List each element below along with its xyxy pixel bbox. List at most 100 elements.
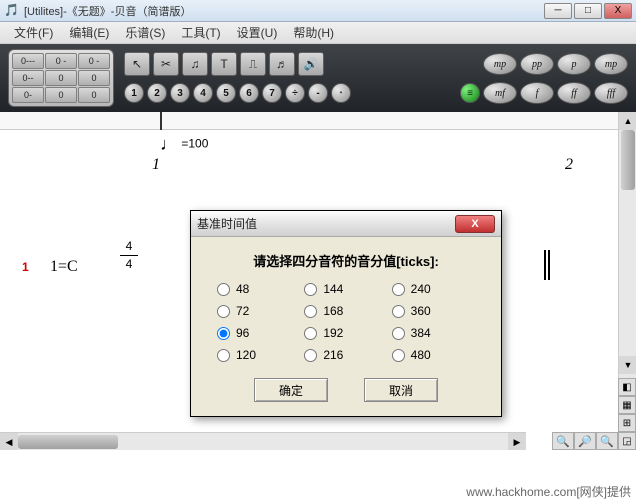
ticks-radio-120[interactable] [217, 349, 230, 362]
ticks-radio-48[interactable] [217, 283, 230, 296]
ticks-option-384[interactable]: 384 [392, 326, 475, 340]
scroll-left-arrow-icon[interactable]: ◀ [0, 433, 18, 450]
ticks-radio-192[interactable] [304, 327, 317, 340]
menu-file[interactable]: 文件(F) [6, 22, 61, 43]
scroll-right-arrow-icon[interactable]: ▶ [508, 433, 526, 450]
ticks-radio-grid: 48 144 240 72 168 360 96 192 384 120 216 480 [209, 282, 483, 362]
dialog-titlebar[interactable]: 基准时间值 X [191, 211, 501, 237]
scroll-h-thumb[interactable] [18, 435, 118, 449]
scroll-down-arrow-icon[interactable]: ▼ [619, 356, 636, 374]
ticks-option-192[interactable]: 192 [304, 326, 387, 340]
scroll-up-arrow-icon[interactable]: ▲ [619, 112, 636, 130]
scroll-v-thumb[interactable] [621, 130, 635, 190]
cancel-button[interactable]: 取消 [364, 378, 438, 402]
ok-button[interactable]: 确定 [254, 378, 328, 402]
ticks-radio-360[interactable] [392, 305, 405, 318]
ticks-radio-240[interactable] [392, 283, 405, 296]
titlebar: 🎵 [Utilites]-《无题》-贝音（简谱版） ─ □ X [0, 0, 636, 22]
dynamic-button[interactable]: p [557, 53, 591, 75]
note-cell[interactable]: 0 [45, 87, 77, 103]
ticks-radio-168[interactable] [304, 305, 317, 318]
note-button-1[interactable]: 1 [124, 83, 144, 103]
ticks-label: 96 [236, 326, 249, 340]
ticks-label: 144 [323, 282, 343, 296]
ticks-radio-216[interactable] [304, 349, 317, 362]
dialog-title-text: 基准时间值 [197, 215, 455, 232]
note-button-div[interactable]: ÷ [285, 83, 305, 103]
scrollbar-horizontal: ◀ ▶ [0, 432, 526, 450]
dynamic-button[interactable]: pp [520, 53, 554, 75]
note-button-4[interactable]: 4 [193, 83, 213, 103]
ticks-option-48[interactable]: 48 [217, 282, 300, 296]
note-button-5[interactable]: 5 [216, 83, 236, 103]
note-cell[interactable]: 0 [45, 70, 77, 86]
ticks-option-360[interactable]: 360 [392, 304, 475, 318]
ticks-option-96[interactable]: 96 [217, 326, 300, 340]
ticks-label: 72 [236, 304, 249, 318]
note-cell[interactable]: 0 - [45, 53, 77, 69]
note-cell[interactable]: 0 - [78, 53, 110, 69]
dynamic-button[interactable]: mp [483, 53, 517, 75]
menu-edit[interactable]: 编辑(E) [61, 22, 117, 43]
accent-button[interactable]: ≡ [460, 83, 480, 103]
close-button[interactable]: X [604, 3, 632, 19]
maximize-button[interactable]: □ [574, 3, 602, 19]
text-tool-icon[interactable]: T [211, 52, 237, 76]
ticks-label: 120 [236, 348, 256, 362]
note-cell[interactable]: 0--- [12, 53, 44, 69]
note-cell[interactable]: 0 [78, 70, 110, 86]
note-button-dash[interactable]: - [308, 83, 328, 103]
note-cell[interactable]: 0 [78, 87, 110, 103]
zoom-controls: 🔍 🔎 🔍 [552, 432, 618, 450]
ticks-option-72[interactable]: 72 [217, 304, 300, 318]
ticks-radio-384[interactable] [392, 327, 405, 340]
zoom-out-icon[interactable]: 🔎 [574, 432, 596, 450]
dynamic-button[interactable]: f [520, 82, 554, 104]
zoom-fit-icon[interactable]: 🔍 [596, 432, 618, 450]
ticks-option-216[interactable]: 216 [304, 348, 387, 362]
ticks-radio-72[interactable] [217, 305, 230, 318]
note-button-2[interactable]: 2 [147, 83, 167, 103]
pointer-tool-icon[interactable]: ↖ [124, 52, 150, 76]
note-cell[interactable]: 0- [12, 87, 44, 103]
note-button-dot[interactable]: ‧ [331, 83, 351, 103]
ticks-radio-480[interactable] [392, 349, 405, 362]
dialog-close-button[interactable]: X [455, 215, 495, 233]
cut-tool-icon[interactable]: ✂ [153, 52, 179, 76]
view-zoom-icon[interactable]: ◲ [618, 432, 636, 450]
menu-settings[interactable]: 设置(U) [229, 22, 286, 43]
watermark: www.hackhome.com[网侠]提供 [465, 482, 632, 501]
note-duration-grid: 0--- 0 - 0 - 0-- 0 0 0- 0 0 [8, 49, 114, 107]
ticks-option-240[interactable]: 240 [392, 282, 475, 296]
zoom-in-icon[interactable]: 🔍 [552, 432, 574, 450]
beam-tool-icon[interactable]: ♬ [269, 52, 295, 76]
ticks-option-168[interactable]: 168 [304, 304, 387, 318]
view-normal-icon[interactable]: ◧ [618, 378, 636, 396]
dialog-body: 请选择四分音符的音分值[ticks]: 48144240721683609619… [191, 237, 501, 416]
dynamic-button[interactable]: fff [594, 82, 628, 104]
note-cell[interactable]: 0-- [12, 70, 44, 86]
bracket-tool-icon[interactable]: ⎍ [240, 52, 266, 76]
dynamic-button[interactable]: mp [594, 53, 628, 75]
menu-help[interactable]: 帮助(H) [285, 22, 342, 43]
view-page-icon[interactable]: ▦ [618, 396, 636, 414]
ticks-option-144[interactable]: 144 [304, 282, 387, 296]
ticks-option-480[interactable]: 480 [392, 348, 475, 362]
note-tool-icon[interactable]: ♫ [182, 52, 208, 76]
menu-tools[interactable]: 工具(T) [173, 22, 228, 43]
ticks-radio-96[interactable] [217, 327, 230, 340]
ticks-label: 240 [411, 282, 431, 296]
note-button-6[interactable]: 6 [239, 83, 259, 103]
time-sig-bot: 4 [120, 258, 138, 271]
menu-score[interactable]: 乐谱(S) [117, 22, 173, 43]
ticks-option-120[interactable]: 120 [217, 348, 300, 362]
dynamic-button[interactable]: ff [557, 82, 591, 104]
view-fit-icon[interactable]: ⊞ [618, 414, 636, 432]
minimize-button[interactable]: ─ [544, 3, 572, 19]
note-button-7[interactable]: 7 [262, 83, 282, 103]
sound-tool-icon[interactable]: 🔊 [298, 52, 324, 76]
tempo-value: =100 [181, 137, 208, 151]
dynamic-button[interactable]: mf [483, 82, 517, 104]
note-button-3[interactable]: 3 [170, 83, 190, 103]
ticks-radio-144[interactable] [304, 283, 317, 296]
